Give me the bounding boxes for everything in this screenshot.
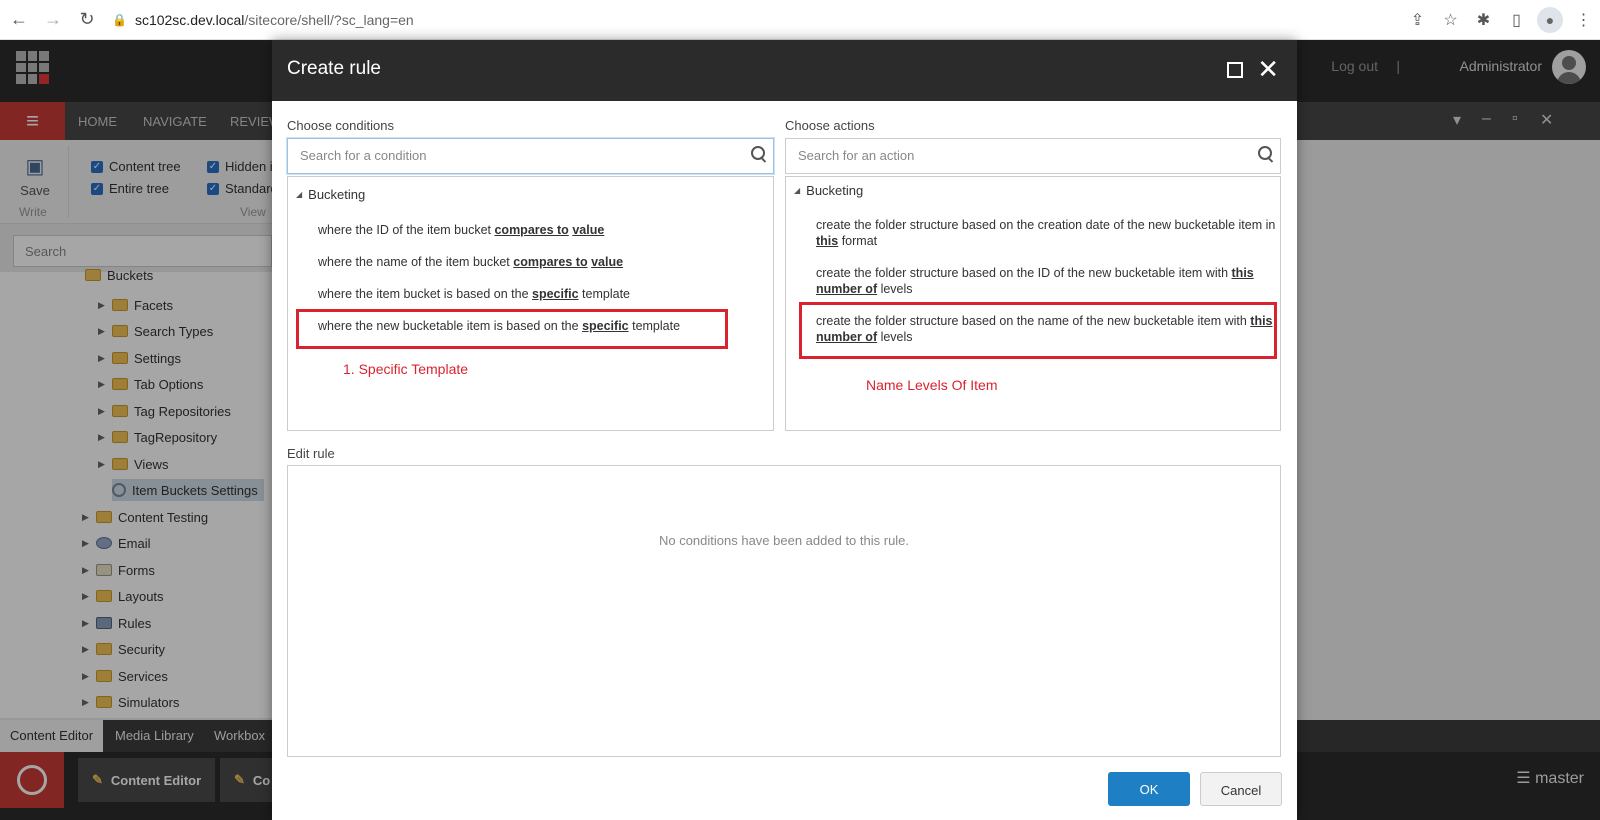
conditions-label: Choose conditions (287, 118, 394, 133)
address-bar[interactable]: 🔒 sc102sc.dev.local/sitecore/shell/?sc_l… (112, 6, 414, 34)
highlight-box (799, 302, 1277, 359)
profile-icon[interactable]: ● (1537, 7, 1563, 33)
highlight-box (296, 309, 728, 349)
group-label: Bucketing (806, 183, 864, 198)
search-icon[interactable] (1258, 146, 1274, 162)
sidebar-icon[interactable]: ▯ (1500, 5, 1533, 35)
action-search-input[interactable]: Search for an action (785, 138, 1281, 174)
condition-search-placeholder: Search for a condition (300, 148, 427, 163)
condition-keyword[interactable]: compares to (494, 223, 568, 237)
actions-group[interactable]: ◢ Bucketing (794, 183, 863, 198)
menu-icon[interactable]: ⋮ (1567, 5, 1600, 35)
action-item[interactable]: create the folder structure based on the… (816, 265, 1276, 297)
actions-label: Choose actions (785, 118, 875, 133)
extensions-icon[interactable]: ✱ (1467, 5, 1500, 35)
maximize-icon[interactable] (1227, 62, 1243, 78)
condition-keyword[interactable]: compares to (513, 255, 587, 269)
create-rule-dialog: Create rule ✕ Choose conditions Search f… (272, 40, 1297, 820)
empty-message: No conditions have been added to this ru… (658, 533, 910, 548)
action-text: create the folder structure based on the… (816, 218, 1276, 232)
reload-icon[interactable]: ↻ (72, 5, 102, 35)
annotation-label: Name Levels Of Item (866, 377, 998, 393)
condition-keyword[interactable]: specific (532, 287, 579, 301)
condition-text: where the ID of the item bucket (318, 223, 495, 237)
edit-rule-panel[interactable]: No conditions have been added to this ru… (287, 465, 1281, 757)
actions-panel: ◢ Bucketing create the folder structure b… (785, 176, 1281, 431)
close-icon[interactable]: ✕ (1257, 54, 1279, 84)
url-host: sc102sc.dev.local (134, 11, 245, 28)
condition-item[interactable]: where the item bucket is based on the sp… (318, 286, 630, 302)
condition-text: where the name of the item bucket (318, 255, 514, 269)
condition-search-input[interactable]: Search for a condition (287, 138, 774, 174)
annotation-label: 1. Specific Template (343, 361, 469, 377)
conditions-group[interactable]: ◢ Bucketing (296, 187, 365, 202)
collapse-icon[interactable]: ◢ (794, 186, 800, 195)
condition-item[interactable]: where the name of the item bucket compar… (318, 254, 623, 270)
group-label: Bucketing (308, 187, 366, 202)
cancel-button[interactable]: Cancel (1200, 772, 1282, 806)
action-search-placeholder: Search for an action (798, 148, 915, 163)
action-item[interactable]: create the folder structure based on the… (816, 217, 1276, 249)
back-icon[interactable]: ← (4, 5, 34, 35)
search-icon[interactable] (751, 146, 767, 162)
condition-keyword[interactable]: value (591, 255, 623, 269)
condition-item[interactable]: where the ID of the item bucket compares… (318, 222, 604, 238)
share-icon[interactable]: ⇪ (1401, 5, 1434, 35)
edit-rule-label: Edit rule (287, 446, 335, 461)
conditions-panel: ◢ Bucketing where the ID of the item buck… (287, 176, 774, 431)
dialog-title: Create rule (287, 58, 381, 79)
lock-icon: 🔒 (112, 12, 127, 27)
url-path: /sitecore/shell/?sc_lang=en (244, 11, 414, 28)
condition-keyword[interactable]: value (572, 223, 604, 237)
dialog-header: Create rule ✕ (272, 40, 1297, 101)
action-text: create the folder structure based on the… (816, 266, 1232, 280)
action-text: format (838, 234, 878, 248)
ok-button[interactable]: OK (1108, 772, 1190, 806)
browser-toolbar: ← → ↻ 🔒 sc102sc.dev.local/sitecore/shell… (0, 0, 1600, 40)
collapse-icon[interactable]: ◢ (296, 190, 302, 199)
action-text: levels (877, 282, 913, 296)
action-keyword[interactable]: this (816, 234, 838, 248)
condition-text: template (578, 287, 630, 301)
condition-text: where the item bucket is based on the (318, 287, 533, 301)
forward-icon[interactable]: → (38, 5, 68, 35)
star-icon[interactable]: ☆ (1434, 5, 1467, 35)
